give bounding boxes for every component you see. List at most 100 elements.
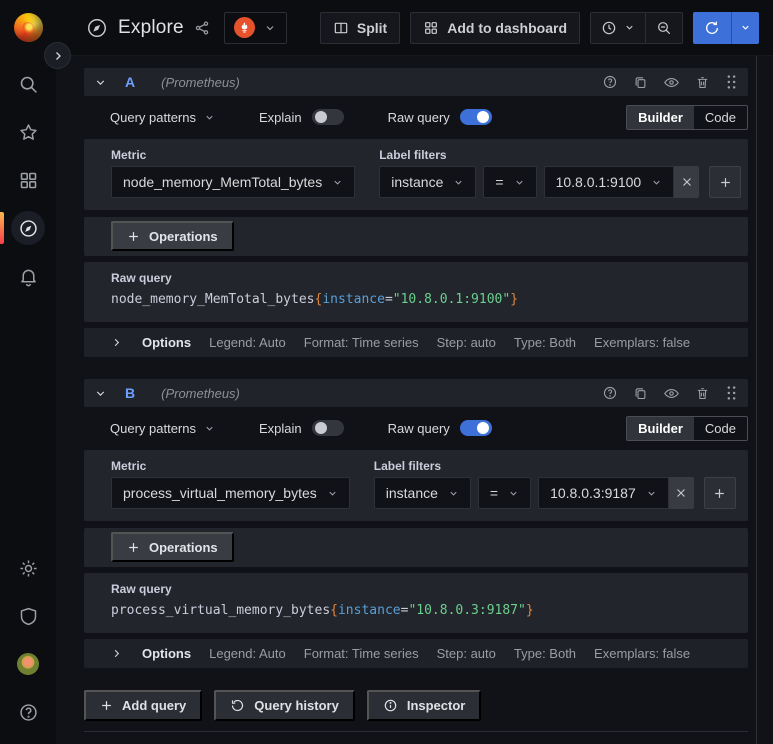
sidebar-item-profile[interactable] bbox=[0, 640, 56, 688]
metric-label: Metric bbox=[111, 459, 147, 473]
query-header: B (Prometheus) bbox=[84, 379, 748, 407]
raw-query-label: Raw query bbox=[111, 271, 172, 285]
metric-editor-row: Metric process_virtual_memory_bytes Labe… bbox=[84, 450, 748, 521]
sidebar-item-search[interactable] bbox=[0, 60, 56, 108]
options-exemplars: Exemplars: false bbox=[594, 335, 691, 350]
filter-value-select[interactable]: 10.8.0.1:9100 bbox=[543, 166, 675, 198]
add-to-dashboard-label: Add to dashboard bbox=[447, 19, 567, 36]
code-mode-option[interactable]: Code bbox=[694, 106, 747, 129]
disable-query-eye-icon[interactable] bbox=[663, 385, 680, 402]
add-filter-button[interactable] bbox=[709, 166, 742, 198]
chevron-right-icon bbox=[111, 337, 122, 348]
raw-value: "10.8.0.1:9100" bbox=[392, 292, 511, 307]
query-options-row[interactable]: Options Legend: Auto Format: Time series… bbox=[84, 328, 748, 357]
raw-query-label: Raw query bbox=[111, 582, 172, 596]
sidebar-item-explore[interactable] bbox=[0, 204, 56, 252]
chevron-down-icon bbox=[264, 22, 276, 34]
builder-mode-option[interactable]: Builder bbox=[627, 105, 694, 129]
explore-compass-icon bbox=[18, 218, 39, 239]
filter-operator-value: = bbox=[495, 174, 504, 190]
run-query-button[interactable] bbox=[693, 12, 731, 44]
drag-handle-icon[interactable] bbox=[725, 74, 738, 90]
query-history-button[interactable]: Query history bbox=[214, 690, 355, 721]
collapse-chevron-icon[interactable] bbox=[94, 387, 107, 400]
sidebar-expand-button[interactable] bbox=[44, 42, 71, 69]
sidebar-item-settings[interactable] bbox=[0, 544, 56, 592]
apps-grid-icon bbox=[423, 20, 439, 36]
plus-icon bbox=[100, 699, 113, 712]
query-patterns-button[interactable]: Query patterns bbox=[110, 421, 215, 436]
plus-icon bbox=[713, 487, 726, 500]
code-mode-option[interactable]: Code bbox=[694, 417, 747, 440]
vertical-scrollbar[interactable] bbox=[756, 56, 757, 744]
add-operations-button[interactable]: Operations bbox=[111, 221, 234, 251]
duplicate-query-icon[interactable] bbox=[633, 75, 648, 90]
help-circle-icon[interactable] bbox=[602, 385, 618, 401]
help-circle-icon[interactable] bbox=[602, 74, 618, 90]
collapse-chevron-icon[interactable] bbox=[94, 76, 107, 89]
split-button[interactable]: Split bbox=[319, 11, 401, 44]
top-navigation: Explore Split Add to dashboard bbox=[56, 0, 773, 56]
query-options-row[interactable]: Options Legend: Auto Format: Time series… bbox=[84, 639, 748, 668]
editor-mode-switcher: Builder Code bbox=[626, 415, 748, 441]
filter-key-select[interactable]: instance bbox=[373, 477, 471, 509]
metric-select[interactable]: node_memory_MemTotal_bytes bbox=[111, 166, 356, 198]
add-filter-button[interactable] bbox=[703, 477, 736, 509]
chevron-down-icon bbox=[204, 112, 215, 123]
sidebar-item-server-admin[interactable] bbox=[0, 592, 56, 640]
sidebar-item-help[interactable] bbox=[0, 688, 56, 736]
chevron-down-icon bbox=[453, 177, 464, 188]
drag-handle-icon[interactable] bbox=[725, 385, 738, 401]
filter-operator-select[interactable]: = bbox=[483, 166, 537, 198]
zoom-out-icon bbox=[656, 20, 672, 36]
datasource-picker[interactable] bbox=[223, 11, 287, 44]
metric-value: node_memory_MemTotal_bytes bbox=[123, 174, 323, 190]
operations-row: Operations bbox=[84, 528, 748, 567]
add-operations-button[interactable]: Operations bbox=[111, 532, 234, 562]
time-picker-button[interactable] bbox=[591, 13, 645, 43]
disable-query-eye-icon[interactable] bbox=[663, 74, 680, 91]
chevron-down-icon bbox=[740, 22, 751, 33]
sidebar-item-starred[interactable] bbox=[0, 108, 56, 156]
star-icon bbox=[18, 122, 39, 143]
query-header: A (Prometheus) bbox=[84, 68, 748, 96]
metric-select[interactable]: process_virtual_memory_bytes bbox=[111, 477, 350, 509]
explain-toggle[interactable] bbox=[311, 109, 344, 125]
raw-query-toggle[interactable] bbox=[459, 420, 492, 436]
query-patterns-button[interactable]: Query patterns bbox=[110, 110, 215, 125]
add-query-button[interactable]: Add query bbox=[84, 690, 203, 721]
raw-query-toggle[interactable] bbox=[459, 109, 492, 125]
options-legend: Legend: Auto bbox=[209, 646, 286, 661]
raw-equals: = bbox=[384, 292, 393, 307]
inspector-label: Inspector bbox=[406, 698, 466, 713]
zoom-out-time-button[interactable] bbox=[645, 12, 682, 43]
grafana-logo[interactable] bbox=[14, 13, 43, 42]
explain-toggle[interactable] bbox=[311, 420, 344, 436]
sidebar-item-dashboards[interactable] bbox=[0, 156, 56, 204]
explain-label: Explain bbox=[259, 420, 302, 436]
admin-shield-icon bbox=[18, 606, 39, 627]
filter-value-select[interactable]: 10.8.0.3:9187 bbox=[538, 477, 669, 509]
filter-key-select[interactable]: instance bbox=[379, 166, 477, 198]
split-icon bbox=[333, 20, 349, 36]
add-to-dashboard-button[interactable]: Add to dashboard bbox=[410, 11, 580, 44]
label-filters-label: Label filters bbox=[373, 459, 442, 473]
sidebar-item-alerting[interactable] bbox=[0, 252, 56, 300]
sidebar bbox=[0, 0, 56, 744]
run-query-interval-button[interactable] bbox=[731, 11, 759, 44]
plus-icon bbox=[127, 541, 140, 554]
raw-query-preview: Raw query node_memory_MemTotal_bytes{ins… bbox=[84, 262, 748, 322]
info-circle-icon bbox=[383, 698, 398, 713]
filter-operator-select[interactable]: = bbox=[477, 477, 532, 509]
duplicate-query-icon[interactable] bbox=[633, 386, 648, 401]
prometheus-icon bbox=[233, 17, 255, 38]
remove-filter-button[interactable] bbox=[674, 166, 700, 198]
share-icon[interactable] bbox=[194, 20, 210, 36]
builder-mode-option[interactable]: Builder bbox=[627, 416, 694, 440]
inspector-button[interactable]: Inspector bbox=[366, 690, 482, 721]
remove-query-trash-icon[interactable] bbox=[695, 386, 710, 401]
remove-query-trash-icon[interactable] bbox=[695, 75, 710, 90]
remove-filter-button[interactable] bbox=[668, 477, 694, 509]
query-history-label: Query history bbox=[254, 698, 339, 713]
options-type: Type: Both bbox=[513, 335, 577, 350]
